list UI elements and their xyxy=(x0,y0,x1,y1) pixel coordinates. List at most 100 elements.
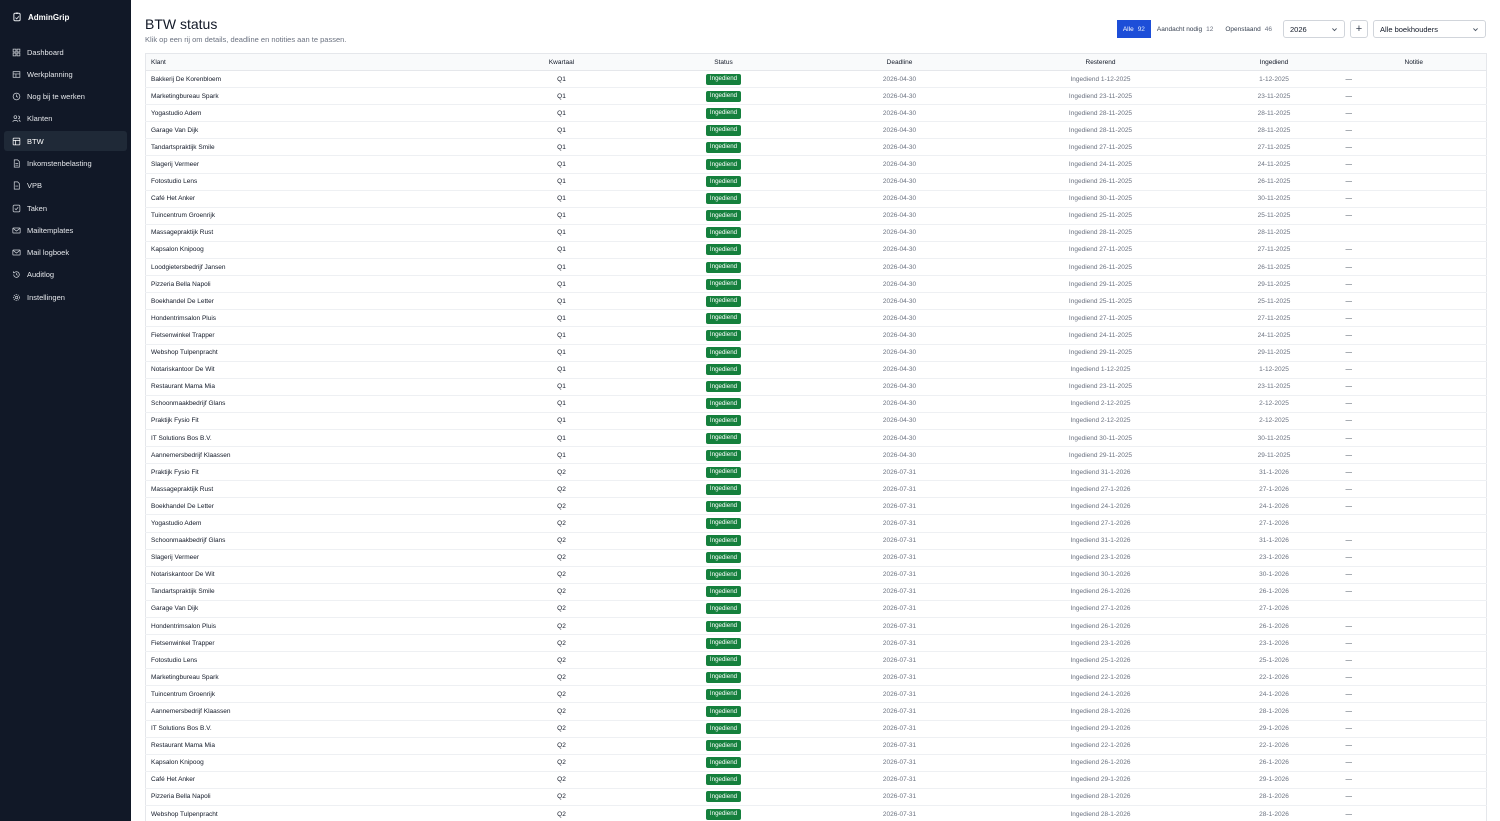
cell-ingediend: 23-11-2025 xyxy=(1257,383,1291,391)
table-row[interactable]: Praktijk Fysio Fit Q1 Ingediend 2026-04-30 I… xyxy=(145,412,1487,430)
status-badge: Ingediend xyxy=(705,552,742,564)
table-row[interactable]: Massagepraktijk Rust Q1 Ingediend 2026-04-3… xyxy=(145,224,1487,242)
cell-notitie: — xyxy=(1345,571,1353,579)
brand[interactable]: AdminGrip xyxy=(0,8,131,26)
table-row[interactable]: Aannemersbedrijf Klaassen Q1 Ingediend 2026… xyxy=(145,447,1487,464)
filter-aandacht-label: Aandacht nodig xyxy=(1156,25,1203,33)
cell-notitie: — xyxy=(1345,468,1353,476)
table-row[interactable]: Café Het Anker Q2 Ingediend 2026-07-31 Inged… xyxy=(145,771,1487,789)
table-row[interactable]: Yogastudio Adem Q2 Ingediend 2026-07-31 Inge… xyxy=(145,515,1487,533)
sidebar-item-dashboard[interactable]: Dashboard xyxy=(4,42,127,62)
sidebar-item-auditlog[interactable]: Auditlog xyxy=(4,265,127,285)
history-icon xyxy=(12,270,21,279)
cell-ingediend: 2-12-2025 xyxy=(1259,400,1289,408)
bookkeeper-select[interactable]: Alle boekhouders xyxy=(1373,20,1486,38)
status-badge: Ingediend xyxy=(705,586,742,598)
table-row[interactable]: Tuincentrum Groenrijk Q2 Ingediend 2026-07-… xyxy=(145,686,1487,703)
cell-deadline: 2026-04-30 xyxy=(882,417,917,425)
table-row[interactable]: Hondentrimsalon Pluis Q2 Ingediend 2026-07-… xyxy=(145,618,1487,635)
table-row[interactable]: Praktijk Fysio Fit Q2 Ingediend 2026-07-31 I… xyxy=(145,464,1487,481)
table-row[interactable]: Yogastudio Adem Q1 Ingediend 2026-04-30 Inge… xyxy=(145,105,1487,122)
table-row[interactable]: Hondentrimsalon Pluis Q1 Ingediend 2026-04-… xyxy=(145,310,1487,327)
cell-notitie: — xyxy=(1345,331,1353,339)
table-row[interactable]: Boekhandel De Letter Q2 Ingediend 2026-07-3… xyxy=(145,498,1487,515)
sidebar-item-inkomstenbelasting[interactable]: Inkomstenbelasting xyxy=(4,153,127,173)
sidebar-item-vpb[interactable]: VPB xyxy=(4,176,127,196)
table-row[interactable]: Marketingbureau Spark Q1 Ingediend 2026-04-… xyxy=(145,88,1487,105)
table-row[interactable]: Garage Van Dijk Q1 Ingediend 2026-04-30 Inge… xyxy=(145,122,1487,139)
table-row[interactable]: Tandartspraktijk Smile Q1 Ingediend 2026-04… xyxy=(145,139,1487,156)
table-row[interactable]: IT Solutions Bos B.V. Q2 Ingediend 2026-07-… xyxy=(145,720,1487,738)
col-header-klant[interactable]: Klant xyxy=(145,53,481,71)
table-row[interactable]: Fotostudio Lens Q1 Ingediend 2026-04-30 Inge… xyxy=(145,173,1487,191)
table-row[interactable]: Notariskantoor De Wit Q1 Ingediend 2026-04-… xyxy=(145,361,1487,379)
table-row[interactable]: Pizzeria Bella Napoli Q1 Ingediend 2026-04-… xyxy=(145,276,1487,293)
table-row[interactable]: Marketingbureau Spark Q2 Ingediend 2026-07-… xyxy=(145,669,1487,686)
table-row[interactable]: Tandartspraktijk Smile Q2 Ingediend 2026-07… xyxy=(145,583,1487,601)
col-header-resterend[interactable]: Resterend xyxy=(994,53,1207,71)
sidebar-item-mailtemplates[interactable]: Mailtemplates xyxy=(4,220,127,240)
cell-status: Ingediend xyxy=(643,515,805,532)
year-select[interactable]: 2026 xyxy=(1283,20,1345,38)
status-badge: Ingediend xyxy=(705,654,742,666)
col-header-ingediend[interactable]: Ingediend xyxy=(1206,53,1342,71)
sidebar-item-taken[interactable]: Taken xyxy=(4,198,127,218)
cell-resterend: Ingediend 26-1-2026 xyxy=(1070,622,1131,630)
status-filter: Alle 92 Aandacht nodig 12 Openstaand 46 xyxy=(1116,20,1278,38)
table-row[interactable]: Bakkerij De Korenbloem Q1 Ingediend 2026-04… xyxy=(145,71,1487,88)
table-row[interactable]: Webshop Tulpenpracht Q2 Ingediend 2026-07-3… xyxy=(146,806,1487,821)
sidebar-item-nog-bij-te-werken[interactable]: Nog bij te werken xyxy=(4,87,127,107)
filter-alle-button[interactable]: Alle 92 xyxy=(1116,20,1151,38)
table-row[interactable]: Slagerij Vermeer Q1 Ingediend 2026-04-30 Ing… xyxy=(145,156,1487,174)
table-row[interactable]: Restaurant Mama Mia Q1 Ingediend 2026-04-30… xyxy=(145,378,1487,396)
table-row[interactable]: Kapsalon Knipoog Q2 Ingediend 2026-07-31 Ing… xyxy=(145,754,1487,772)
table-row[interactable]: Garage Van Dijk Q2 Ingediend 2026-07-31 Inge… xyxy=(145,600,1487,618)
sidebar-item-werkplanning[interactable]: Werkplanning xyxy=(4,64,127,84)
col-header-kwartaal[interactable]: Kwartaal xyxy=(480,53,643,71)
table-row[interactable]: Massagepraktijk Rust Q2 Ingediend 2026-07-3… xyxy=(145,481,1487,498)
filter-openstaand-button[interactable]: Openstaand 46 xyxy=(1219,20,1278,38)
status-badge: Ingediend xyxy=(705,278,742,290)
cell-klant: Café Het Anker xyxy=(151,776,196,784)
table-row[interactable]: Fietsenwinkel Trapper Q2 Ingediend 2026-07-… xyxy=(145,635,1487,652)
sidebar-item-instellingen[interactable]: Instellingen xyxy=(4,287,127,307)
cell-kwartaal: Q1 xyxy=(557,366,566,374)
cell-deadline: 2026-04-30 xyxy=(882,92,917,100)
add-button[interactable]: + xyxy=(1350,20,1368,38)
table-row[interactable]: Schoonmaakbedrijf Glans Q2 Ingediend 2026-0… xyxy=(145,532,1487,550)
table-row[interactable]: Webshop Tulpenpracht Q1 Ingediend 2026-04-3… xyxy=(145,344,1487,362)
table-row[interactable]: Aannemersbedrijf Klaassen Q2 Ingediend 2026… xyxy=(145,703,1487,721)
cell-ingediend: 23-1-2026 xyxy=(1259,639,1289,647)
table-row[interactable]: Slagerij Vermeer Q2 Ingediend 2026-07-31 Ing… xyxy=(145,549,1487,567)
sidebar-item-mail-logboek[interactable]: Mail logboek xyxy=(4,243,127,263)
col-header-notitie[interactable]: Notitie xyxy=(1341,53,1487,71)
cell-deadline: 2026-04-30 xyxy=(882,75,917,83)
cell-resterend: Ingediend 26-1-2026 xyxy=(1070,588,1131,596)
cell-deadline: 2026-04-30 xyxy=(882,297,917,305)
sidebar-item-klanten[interactable]: Klanten xyxy=(4,109,127,129)
filter-alle-count: 92 xyxy=(1137,25,1145,33)
table-row[interactable]: Loodgietersbedrijf Jansen Q1 Ingediend 2026… xyxy=(145,259,1487,276)
sidebar-item-btw[interactable]: BTW xyxy=(4,131,127,152)
table-row[interactable]: Restaurant Mama Mia Q2 Ingediend 2026-07-31… xyxy=(145,737,1487,755)
table-row[interactable]: Pizzeria Bella Napoli Q2 Ingediend 2026-07-… xyxy=(145,788,1487,806)
table-row[interactable]: Fotostudio Lens Q2 Ingediend 2026-07-31 Inge… xyxy=(145,652,1487,669)
cell-status: Ingediend xyxy=(643,788,805,805)
cell-ingediend: 28-11-2025 xyxy=(1257,126,1291,134)
table-row[interactable]: Notariskantoor De Wit Q2 Ingediend 2026-07-… xyxy=(145,566,1487,584)
col-header-status[interactable]: Status xyxy=(642,53,805,71)
table-row[interactable]: Café Het Anker Q1 Ingediend 2026-04-30 Inged… xyxy=(145,190,1487,208)
cell-status: Ingediend xyxy=(643,754,805,771)
filter-aandacht-button[interactable]: Aandacht nodig 12 xyxy=(1150,20,1220,38)
table-row[interactable]: Boekhandel De Letter Q1 Ingediend 2026-04-3… xyxy=(145,293,1487,310)
col-header-deadline[interactable]: Deadline xyxy=(804,53,995,71)
table-row[interactable]: Tuincentrum Groenrijk Q1 Ingediend 2026-04-… xyxy=(145,207,1487,225)
table-row[interactable]: Schoonmaakbedrijf Glans Q1 Ingediend 2026-0… xyxy=(145,395,1487,413)
table-row[interactable]: Kapsalon Knipoog Q1 Ingediend 2026-04-30 Ing… xyxy=(145,241,1487,259)
cell-notitie: — xyxy=(1345,195,1353,203)
table-row[interactable]: IT Solutions Bos B.V. Q1 Ingediend 2026-04-… xyxy=(145,429,1487,447)
status-badge: Ingediend xyxy=(705,107,742,119)
status-badge: Ingediend xyxy=(705,329,742,341)
table-row[interactable]: Fietsenwinkel Trapper Q1 Ingediend 2026-04-… xyxy=(145,327,1487,344)
cell-status: Ingediend xyxy=(643,737,805,754)
